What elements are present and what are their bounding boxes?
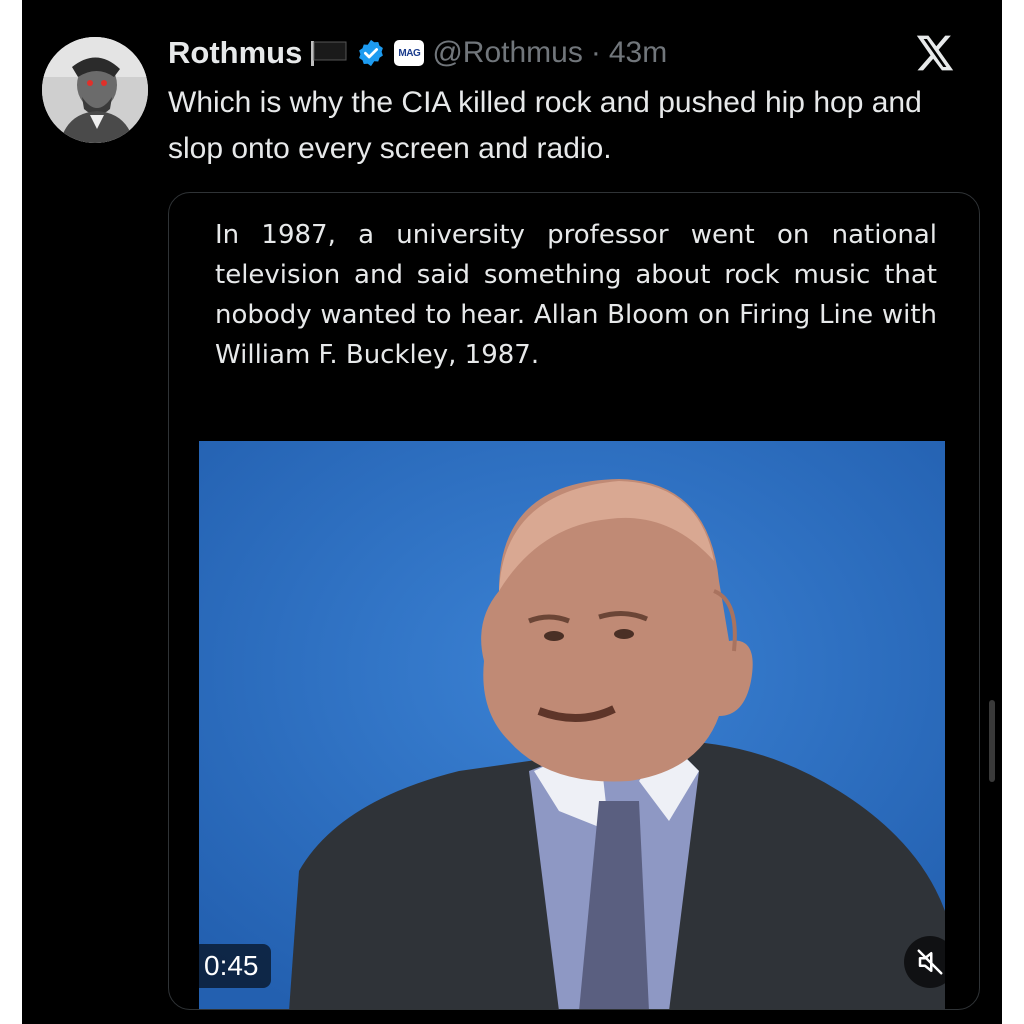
tweet-body: Which is why the CIA killed rock and pus… xyxy=(168,86,922,165)
quoted-post-card[interactable]: In 1987, a university professor went on … xyxy=(168,192,980,1010)
quoted-post-text: In 1987, a university professor went on … xyxy=(215,220,937,370)
author-name[interactable]: Rothmus xyxy=(168,35,302,71)
verified-badge-icon xyxy=(356,38,386,68)
black-flag-icon xyxy=(310,39,348,67)
affiliation-badge[interactable]: MAG xyxy=(394,40,425,66)
author-avatar[interactable] xyxy=(42,37,148,143)
tweet-timestamp[interactable]: 43m xyxy=(609,36,667,70)
header-separator: · xyxy=(590,36,601,69)
video-duration: 0:45 xyxy=(192,944,271,988)
muted-speaker-icon[interactable] xyxy=(904,936,956,988)
scrollbar[interactable] xyxy=(989,700,995,782)
video-player[interactable] xyxy=(199,441,945,1009)
author-handle[interactable]: @Rothmus xyxy=(432,36,583,70)
x-logo-icon[interactable] xyxy=(912,30,958,76)
tweet-header: Rothmus MAG @Rothmus · 43m xyxy=(168,30,667,76)
